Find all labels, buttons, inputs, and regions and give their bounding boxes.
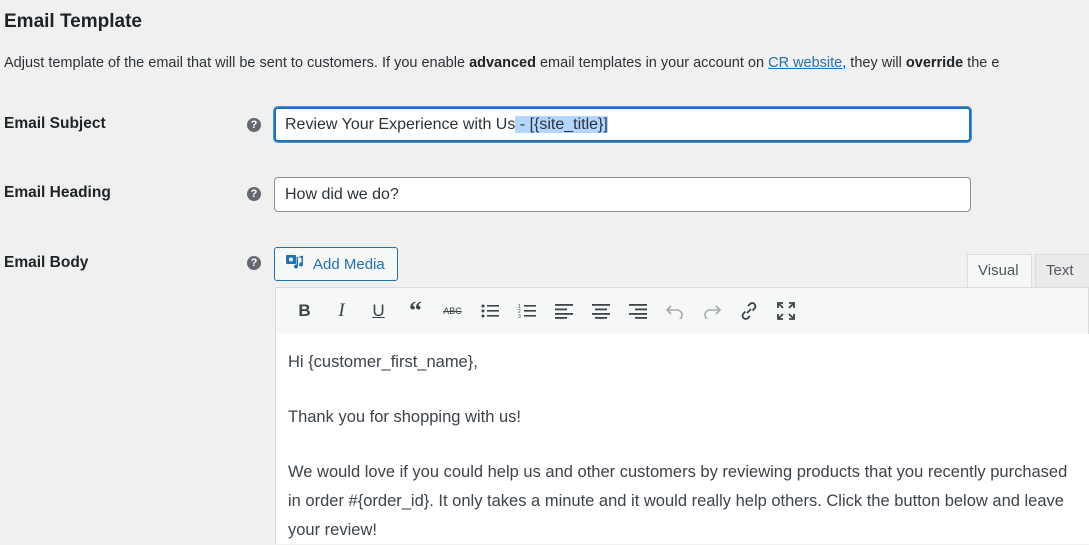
intro-text: Adjust template of the email that will b… [4,55,470,71]
heading-text: How did we do? [285,186,399,203]
intro-text: , they will [842,55,906,71]
align-center-icon[interactable] [582,296,619,326]
bulleted-list-icon[interactable] [471,296,508,326]
underline-icon[interactable]: U [360,296,397,326]
italic-icon[interactable]: I [323,296,360,326]
section-title: Email Template [4,11,142,32]
body-help-icon[interactable]: ? [247,256,261,270]
heading-help-icon[interactable]: ? [247,187,261,201]
media-icon [285,253,305,275]
align-right-icon[interactable] [619,296,656,326]
intro-bold-override: override [905,55,964,71]
email-heading-input[interactable]: How did we do? [274,177,971,212]
bold-icon[interactable]: B [286,296,323,326]
undo-icon[interactable] [656,296,693,326]
email-heading-label: Email Heading [4,184,111,201]
intro-text: email templates in your account on [535,55,769,71]
subject-selected-text: - [{site_title}] [515,116,608,133]
editor-paragraph: We would love if you could help us and o… [288,463,1068,539]
fullscreen-icon[interactable] [767,296,804,326]
editor-paragraph: Thank you for shopping with us! [288,408,521,426]
align-left-icon[interactable] [545,296,582,326]
add-media-label: Add Media [313,255,385,273]
section-description: Adjust template of the email that will b… [4,55,999,71]
strikethrough-icon[interactable]: ABC [434,296,471,326]
numbered-list-icon[interactable]: 123 [508,296,545,326]
intro-text: the e [963,55,1000,71]
blockquote-icon[interactable]: “ [397,296,434,326]
email-subject-input[interactable]: Review Your Experience with Us - [{site_… [274,107,971,142]
redo-icon[interactable] [693,296,730,326]
email-body-editor[interactable]: Hi {customer_first_name}, Thank you for … [275,334,1089,544]
add-media-button[interactable]: Add Media [274,247,398,281]
subject-text: Review Your Experience with Us [285,116,516,133]
editor-toolbar: B I U “ ABC 123 [275,287,1089,335]
editor-paragraph: Hi {customer_first_name}, [288,353,478,371]
intro-bold-advanced: advanced [469,55,536,71]
email-subject-label: Email Subject [4,115,106,132]
link-icon[interactable] [730,296,767,326]
tab-text[interactable]: Text [1035,254,1089,288]
email-body-label: Email Body [4,254,89,271]
svg-text:3: 3 [518,314,521,319]
subject-help-icon[interactable]: ? [247,118,261,132]
cr-website-link[interactable]: CR website [768,55,842,71]
tab-visual[interactable]: Visual [967,254,1032,288]
